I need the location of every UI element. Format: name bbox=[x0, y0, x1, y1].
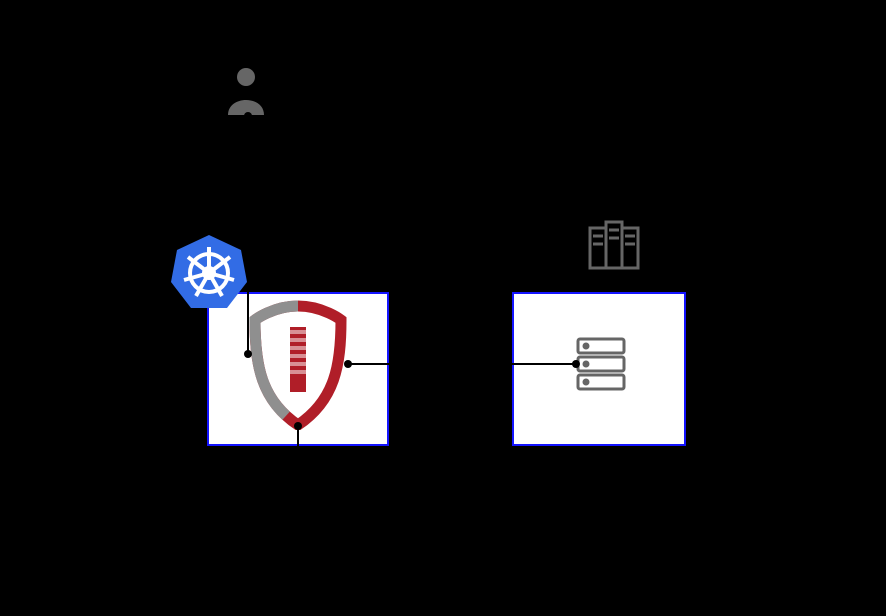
keeper-label: keeper bbox=[274, 448, 317, 464]
keeper-shield-icon bbox=[243, 300, 353, 430]
user-icon bbox=[226, 65, 266, 115]
s3-rest-label: S3 / REST bbox=[420, 382, 486, 398]
ceph-cluster-label: Ceph cluster bbox=[655, 260, 767, 283]
user-label: User bbox=[275, 80, 305, 96]
connector-upload-api-tick bbox=[160, 171, 248, 173]
kubernetes-cluster-label: Kubernetes cluster bbox=[263, 270, 430, 293]
connector-keeper-mariadb bbox=[297, 426, 299, 554]
connector-user-keeper bbox=[247, 116, 249, 354]
ceph-rgw-server-icon bbox=[576, 337, 626, 392]
kubernetes-icon bbox=[168, 232, 250, 314]
browser-upload-label: browser upload bbox=[55, 160, 151, 176]
connector-keeper-ceph bbox=[348, 363, 576, 365]
upload-api-label: upload API bbox=[55, 178, 123, 194]
server-rack-icon bbox=[580, 218, 646, 274]
ceph-rgw-label: ceph-rgw bbox=[570, 448, 628, 464]
